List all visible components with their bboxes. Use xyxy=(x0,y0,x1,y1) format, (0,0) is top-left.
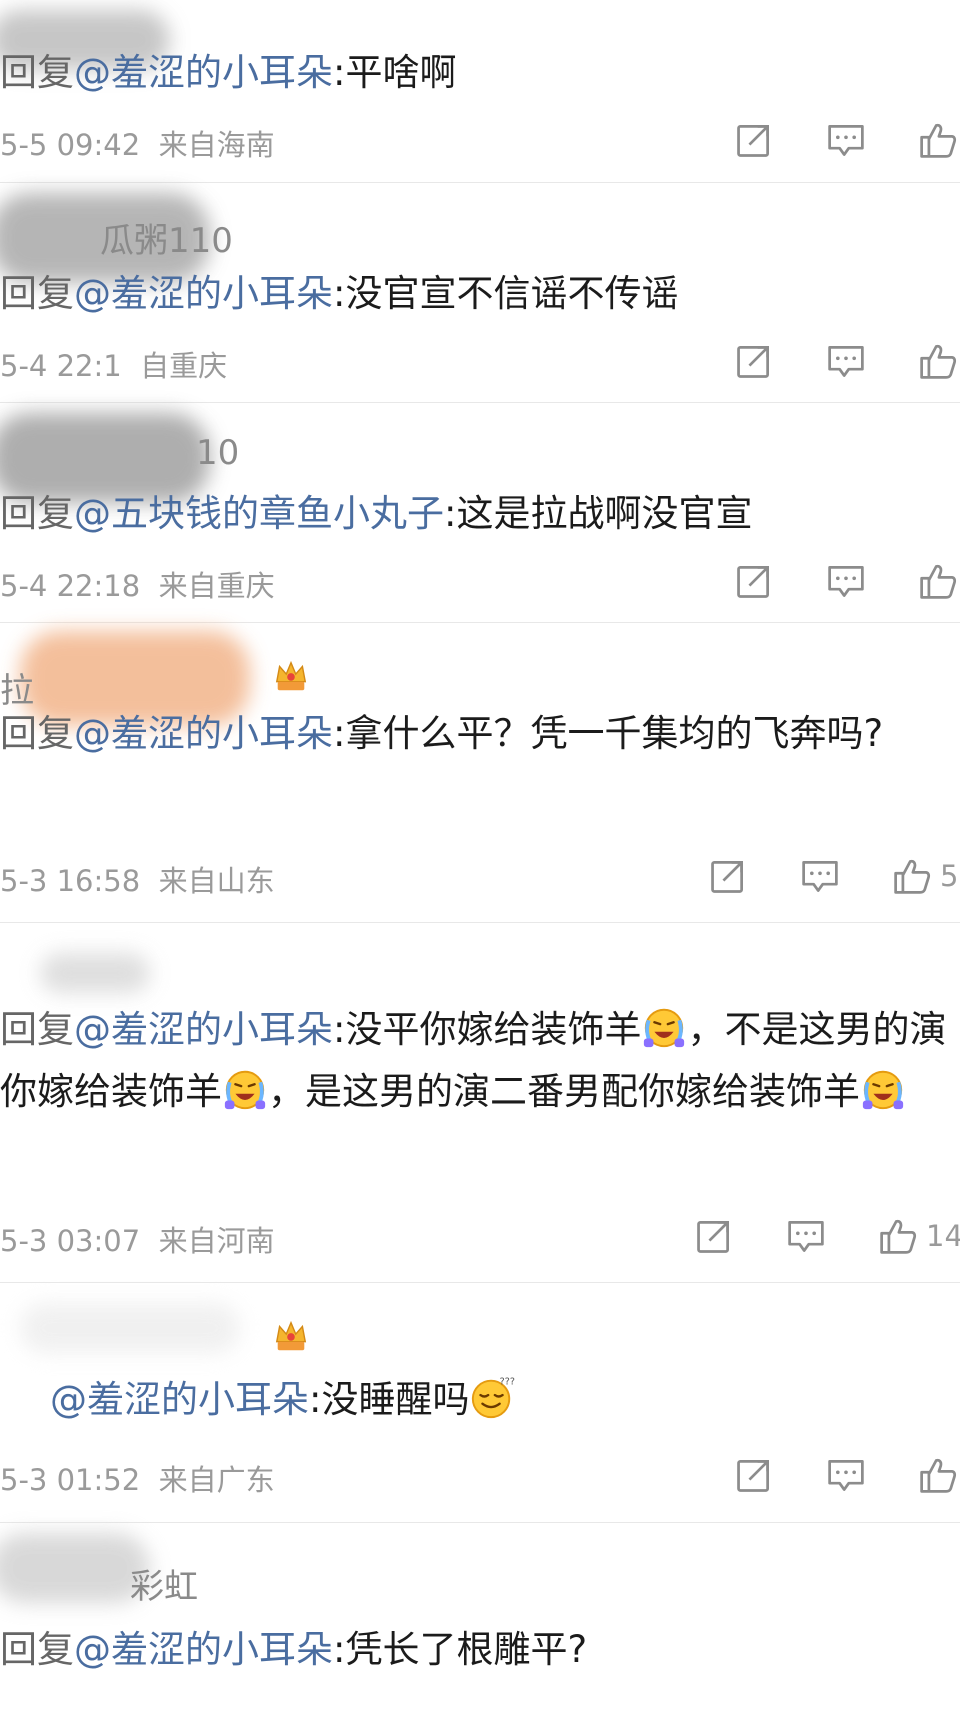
comment-icon[interactable] xyxy=(798,854,842,898)
thumbs-up-icon[interactable] xyxy=(916,559,960,603)
comment-body: @羞涩的小耳朵:没睡醒吗 xyxy=(50,1369,950,1431)
comment-text: :平啥啊 xyxy=(333,51,457,94)
comment-location: 来自重庆 xyxy=(158,569,275,603)
comment-body: 回复@羞涩的小耳朵:平啥啊 xyxy=(0,42,950,104)
crown-badge-icon xyxy=(272,1317,310,1355)
comment-item: 瓜粥110 回复@羞涩的小耳朵:没官宣不信谣不传谣 5-4 22:1 自重庆 xyxy=(0,183,960,403)
comment-meta: 5-3 01:52 来自广东 xyxy=(0,1457,275,1499)
laughing-crying-emoji xyxy=(641,1004,687,1050)
comment-meta: 5-4 22:18 来自重庆 xyxy=(0,563,275,605)
comment-location: 来自河南 xyxy=(158,1224,275,1258)
share-icon[interactable] xyxy=(706,854,750,898)
comment-text: :没睡醒吗 xyxy=(309,1378,470,1421)
comment-item: 拉 回复@羞涩的小耳朵:拿什么平？凭一千集均的飞奔吗? 5-3 16:58 来自… xyxy=(0,623,960,923)
like-count: 14 xyxy=(926,1219,960,1253)
share-icon[interactable] xyxy=(732,1453,776,1497)
comment-time: 5-3 16:58 xyxy=(0,864,141,898)
thumbs-up-icon[interactable] xyxy=(916,118,960,162)
comment-actions xyxy=(684,339,960,383)
comment-time: 5-3 03:07 xyxy=(0,1224,141,1258)
comment-icon[interactable] xyxy=(824,559,868,603)
comment-item: 10 回复@五块钱的章鱼小丸子:这是拉战啊没官宣 5-4 22:18 来自重庆 xyxy=(0,403,960,623)
comment-location: 来自海南 xyxy=(158,128,275,162)
mention-link[interactable]: @羞涩的小耳朵 xyxy=(50,1378,309,1421)
crown-badge-icon xyxy=(272,657,310,695)
mention-link[interactable]: @羞涩的小耳朵 xyxy=(74,51,333,94)
comment-body: 回复@羞涩的小耳朵:拿什么平？凭一千集均的飞奔吗? xyxy=(0,703,940,765)
thumbs-up-icon[interactable] xyxy=(890,854,934,898)
comment-text: :拿什么平？凭一千集均的飞奔吗? xyxy=(333,712,884,755)
mention-link[interactable]: @羞涩的小耳朵 xyxy=(74,1628,333,1671)
comment-item: 彩虹 回复@羞涩的小耳朵:凭长了根雕平? xyxy=(0,1523,960,1713)
share-icon[interactable] xyxy=(692,1214,736,1258)
comment-body: 回复@羞涩的小耳朵:没官宣不信谣不传谣 xyxy=(0,263,950,325)
reply-prefix: 回复 xyxy=(0,492,74,535)
mention-link[interactable]: @羞涩的小耳朵 xyxy=(74,1008,333,1051)
share-icon[interactable] xyxy=(732,118,776,162)
comment-icon[interactable] xyxy=(824,1453,868,1497)
comment-item: 回复@羞涩的小耳朵:没平你嫁给装饰羊 ，不是这男的演你嫁给装饰羊 ，是这男的演二番男… xyxy=(0,923,960,1283)
comment-body: 回复@五块钱的章鱼小丸子:这是拉战啊没官宣 xyxy=(0,483,950,545)
comment-text-part: :没平你嫁给装饰羊 xyxy=(333,1008,642,1051)
comment-icon[interactable] xyxy=(824,118,868,162)
reply-prefix: 回复 xyxy=(0,272,74,315)
blurred-avatar xyxy=(40,953,150,993)
reply-prefix: 回复 xyxy=(0,51,74,94)
mention-link[interactable]: @羞涩的小耳朵 xyxy=(74,712,333,755)
comment-item: @羞涩的小耳朵:没睡醒吗 5-3 01:52 来自广东 xyxy=(0,1283,960,1523)
comment-time: 5-5 09:42 xyxy=(0,128,141,162)
comment-actions xyxy=(684,559,960,603)
comment-meta: 5-5 09:42 来自海南 xyxy=(0,122,275,164)
comment-actions xyxy=(684,118,960,162)
like-count: 5 xyxy=(940,859,959,893)
laughing-crying-emoji xyxy=(222,1066,268,1112)
mention-link[interactable]: @羞涩的小耳朵 xyxy=(74,272,333,315)
comment-meta: 5-3 03:07 来自河南 xyxy=(0,1218,275,1260)
comment-text: :没官宣不信谣不传谣 xyxy=(333,272,679,315)
comment-username[interactable]: 彩虹 xyxy=(130,1559,198,1608)
comment-text: :这是拉战啊没官宣 xyxy=(444,492,753,535)
share-icon[interactable] xyxy=(732,339,776,383)
reply-prefix: 回复 xyxy=(0,712,74,755)
comment-location: 来自山东 xyxy=(158,864,275,898)
mention-link[interactable]: @五块钱的章鱼小丸子 xyxy=(74,492,444,535)
laughing-crying-emoji xyxy=(860,1066,906,1112)
reply-prefix: 回复 xyxy=(0,1628,74,1671)
comment-username[interactable]: 10 xyxy=(196,433,239,473)
thumbs-up-icon[interactable] xyxy=(876,1214,920,1258)
comment-time: 5-4 22:1 xyxy=(0,349,122,383)
share-icon[interactable] xyxy=(732,559,776,603)
comment-body: 回复@羞涩的小耳朵:凭长了根雕平? xyxy=(0,1619,950,1681)
comment-icon[interactable] xyxy=(784,1214,828,1258)
comment-meta: 5-4 22:1 自重庆 xyxy=(0,343,227,385)
comment-item: 回复@羞涩的小耳朵:平啥啊 5-5 09:42 来自海南 xyxy=(0,0,960,183)
comment-time: 5-4 22:18 xyxy=(0,569,141,603)
reply-prefix: 回复 xyxy=(0,1008,74,1051)
comment-text: :凭长了根雕平? xyxy=(333,1628,588,1671)
comment-icon[interactable] xyxy=(824,339,868,383)
blurred-avatar xyxy=(20,1303,240,1353)
comment-body: 回复@羞涩的小耳朵:没平你嫁给装饰羊 ，不是这男的演你嫁给装饰羊 ，是这男的演二番男… xyxy=(0,999,950,1123)
thumbs-up-icon[interactable] xyxy=(916,1453,960,1497)
comment-actions: 14 xyxy=(644,1214,960,1258)
comment-meta: 5-3 16:58 来自山东 xyxy=(0,858,275,900)
comment-location: 来自广东 xyxy=(158,1463,275,1497)
comment-location: 自重庆 xyxy=(140,349,228,383)
sleepy-dizzy-emoji xyxy=(469,1374,515,1420)
comment-username[interactable]: 瓜粥110 xyxy=(100,213,233,262)
comment-time: 5-3 01:52 xyxy=(0,1463,141,1497)
blurred-avatar xyxy=(0,1533,150,1603)
thumbs-up-icon[interactable] xyxy=(916,339,960,383)
comment-actions: 5 xyxy=(658,854,960,898)
comment-actions xyxy=(684,1453,960,1497)
comment-text-part: ，是这男的演二番男配你嫁给装饰羊 xyxy=(268,1070,860,1113)
